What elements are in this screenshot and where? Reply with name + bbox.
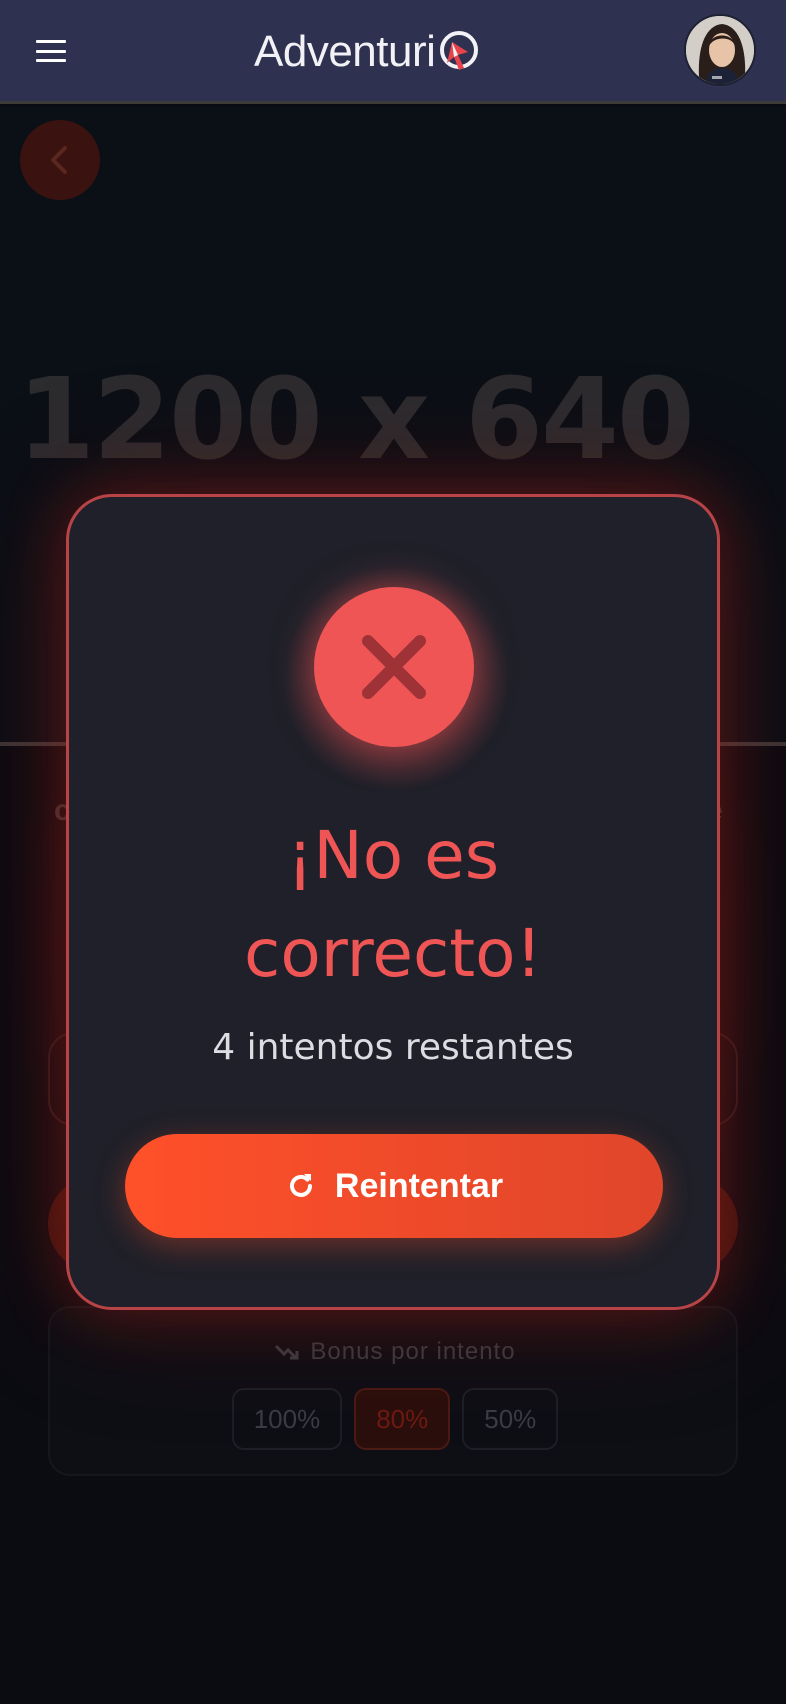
hamburger-menu-icon[interactable] bbox=[36, 40, 66, 62]
retry-label: Reintentar bbox=[334, 1166, 504, 1205]
brand-logo[interactable]: Adventuri bbox=[254, 22, 483, 82]
attempts-remaining: 4 intentos restantes bbox=[212, 1027, 574, 1068]
error-badge bbox=[314, 587, 474, 747]
bonus-title-text: Bonus por intento bbox=[310, 1338, 516, 1365]
refresh-icon bbox=[289, 1174, 312, 1197]
close-x-icon bbox=[362, 635, 426, 699]
bonus-option-80: 80% bbox=[354, 1388, 451, 1450]
bonus-option-50: 50% bbox=[462, 1388, 559, 1450]
result-modal: ¡No es correcto! 4 intentos restantes Re… bbox=[66, 494, 720, 1310]
logo-text: Adventuri bbox=[254, 27, 436, 76]
top-app-bar: Adventuri bbox=[0, 0, 786, 104]
modal-title-line2: correcto! bbox=[244, 915, 542, 992]
chevron-left-icon bbox=[51, 146, 67, 174]
logo-mark-icon bbox=[440, 31, 479, 70]
retry-button[interactable]: Reintentar bbox=[125, 1134, 663, 1238]
user-avatar[interactable] bbox=[684, 14, 756, 86]
bonus-card: Bonus por intento 100% 80% 50% bbox=[48, 1306, 738, 1476]
bonus-option-100: 100% bbox=[231, 1388, 343, 1450]
image-placeholder-text: 1200 x 640 bbox=[17, 355, 695, 485]
bonus-title: Bonus por intento bbox=[50, 1338, 740, 1366]
back-button[interactable] bbox=[20, 120, 100, 200]
modal-title: ¡No es correcto! bbox=[69, 807, 717, 1003]
modal-title-line1: ¡No es bbox=[286, 817, 500, 894]
bonus-options: 100% 80% 50% bbox=[50, 1388, 740, 1450]
trending-down-icon bbox=[275, 1344, 299, 1360]
